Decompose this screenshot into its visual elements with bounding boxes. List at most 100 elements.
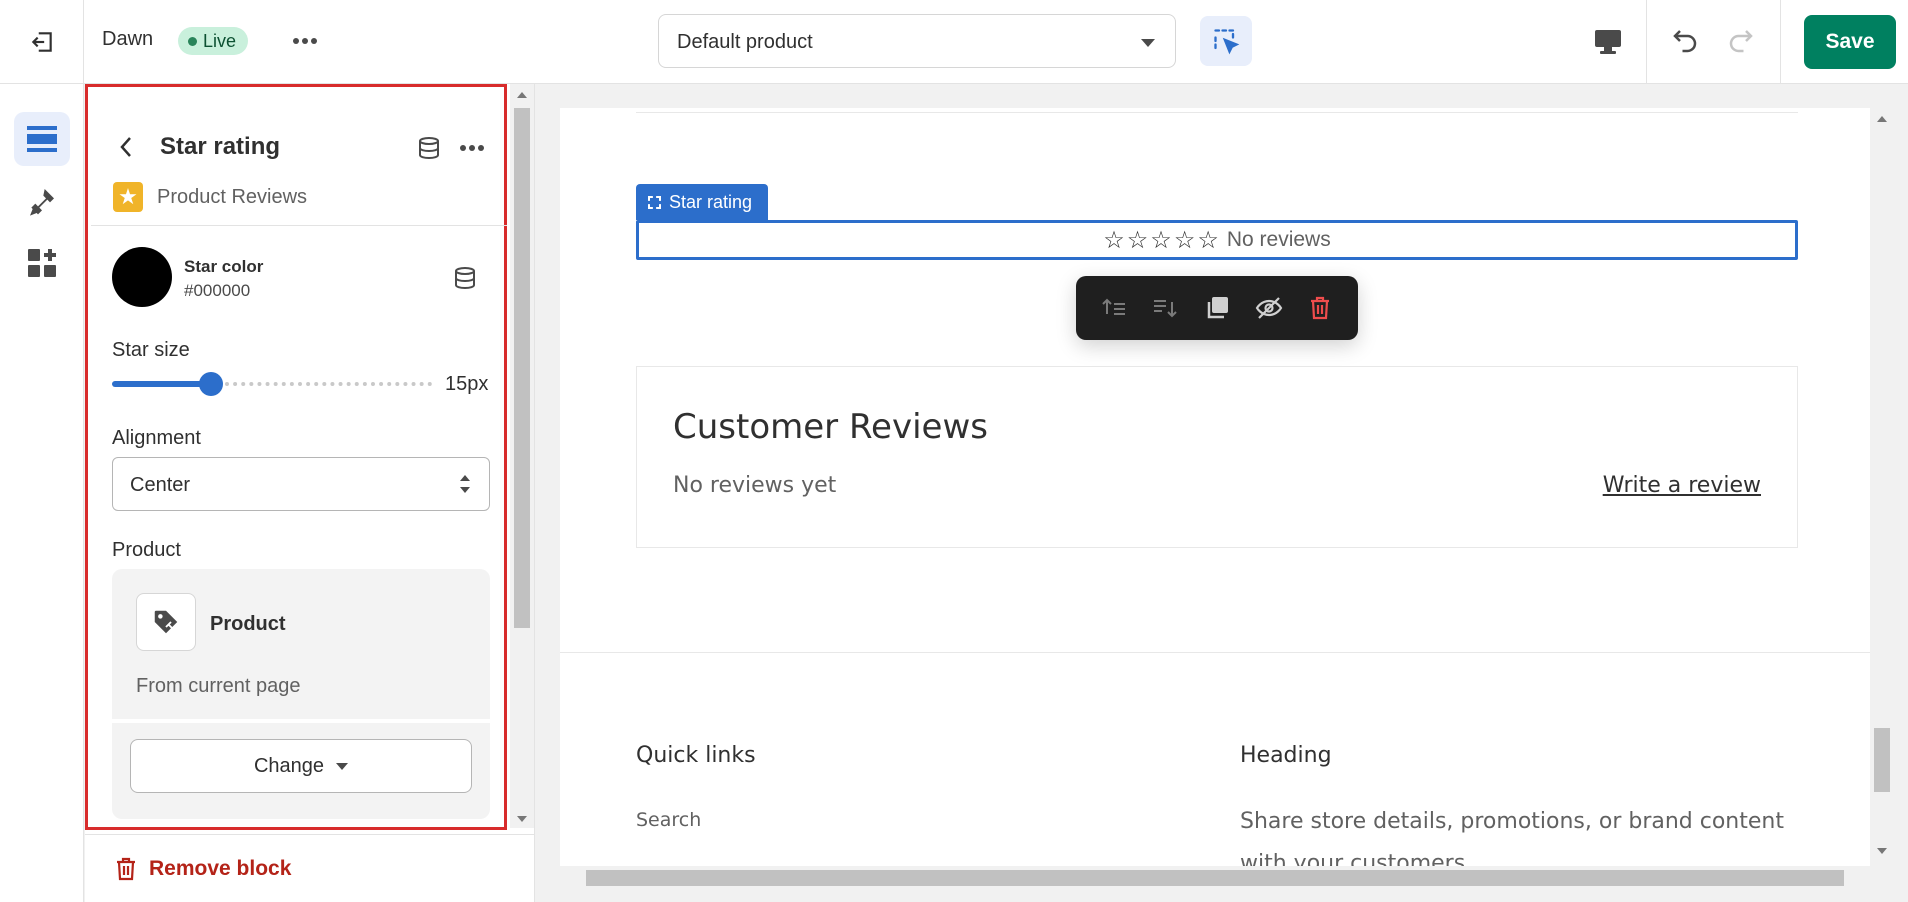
star-app-icon: ★ — [113, 182, 143, 212]
move-down-icon — [1154, 300, 1178, 318]
toolbar-divider — [1780, 0, 1781, 84]
trash-icon — [1311, 296, 1330, 320]
preview-vertical-scrollbar[interactable] — [1870, 108, 1894, 868]
product-thumbnail — [136, 593, 196, 651]
app-embeds-icon — [28, 249, 56, 277]
more-horizontal-icon — [293, 38, 317, 44]
preview-horizontal-scrollbar[interactable] — [560, 866, 1870, 890]
desktop-icon — [1595, 30, 1621, 54]
reviews-title: Customer Reviews — [673, 407, 988, 447]
chevron-down-icon — [1141, 39, 1155, 47]
highlight-frame: Star rating ★ Product Reviews Star color… — [85, 84, 507, 830]
block-settings-panel: Star rating ★ Product Reviews Star color… — [85, 84, 535, 902]
product-name: Product — [210, 613, 286, 635]
selected-block-tag[interactable]: Star rating — [636, 184, 769, 220]
product-tag-icon — [154, 610, 178, 634]
rating-stars: ☆☆☆☆☆ — [1103, 226, 1221, 254]
exit-button[interactable] — [0, 0, 84, 84]
template-selector[interactable]: Default product — [658, 14, 1176, 68]
product-label: Product — [112, 539, 181, 561]
trash-icon — [117, 857, 135, 881]
star-color-value: #000000 — [184, 281, 251, 300]
undo-button[interactable] — [1664, 20, 1706, 62]
preview-vertical-thumb[interactable] — [1874, 728, 1890, 792]
alignment-select[interactable]: Center — [112, 457, 490, 511]
dynamic-source-button[interactable] — [413, 132, 445, 164]
change-product-label: Change — [253, 754, 325, 777]
panel-title: Star rating — [160, 133, 281, 160]
star-size-slider[interactable] — [112, 372, 432, 396]
theme-name: Dawn — [102, 28, 154, 50]
inspector-toggle-button[interactable] — [1200, 16, 1252, 66]
theme-actions-button[interactable] — [288, 26, 322, 56]
redo-button[interactable] — [1720, 20, 1762, 62]
footer-link-search[interactable]: Search — [636, 809, 701, 831]
duplicate-icon — [1207, 297, 1228, 319]
footer-heading: Heading — [1240, 743, 1332, 768]
alignment-label: Alignment — [112, 427, 201, 449]
quick-links-heading: Quick links — [636, 743, 756, 768]
product-picker-card: Product From current page Change — [112, 569, 490, 819]
back-button[interactable] — [111, 132, 141, 162]
slider-fill — [112, 381, 211, 387]
caret-down-icon — [336, 762, 349, 770]
product-card-divider — [112, 719, 490, 723]
block-more-actions-button[interactable] — [455, 132, 489, 164]
panel-footer: Remove block — [85, 834, 535, 902]
change-product-button[interactable]: Change — [130, 739, 472, 793]
move-up-button[interactable] — [1096, 290, 1132, 326]
slider-track-rest — [225, 382, 432, 386]
block-floating-toolbar — [1076, 276, 1358, 340]
slider-thumb[interactable] — [199, 372, 223, 396]
scroll-up-icon[interactable] — [1877, 116, 1887, 122]
customer-reviews-widget: Customer Reviews No reviews yet Write a … — [636, 366, 1798, 548]
selected-block-label: Star rating — [669, 191, 753, 212]
panel-scrollbar-thumb[interactable] — [514, 108, 530, 628]
database-icon — [455, 267, 475, 290]
section-divider — [636, 112, 1798, 113]
scroll-down-icon[interactable] — [1877, 848, 1887, 854]
storefront-preview: Star rating ☆☆☆☆☆ No reviews Customer Re… — [560, 108, 1870, 888]
remove-block-button[interactable]: Remove block — [115, 857, 291, 881]
alignment-select-value: Center — [130, 474, 191, 496]
product-source: From current page — [136, 675, 301, 697]
write-review-link[interactable]: Write a review — [1603, 473, 1761, 498]
reviews-empty-text: No reviews yet — [673, 473, 837, 498]
panel-header: Star rating ★ Product Reviews — [91, 90, 507, 226]
store-footer: Quick links Search Heading Share store d… — [560, 652, 1870, 888]
template-selector-value: Default product — [677, 31, 813, 53]
remove-block-label: Remove block — [149, 857, 292, 880]
rail-item-theme-settings[interactable] — [14, 174, 70, 228]
toolbar-divider — [1646, 0, 1647, 84]
star-color-dynamic-source-button[interactable] — [450, 263, 480, 293]
select-cursor-icon — [1214, 29, 1240, 55]
duplicate-button[interactable] — [1199, 290, 1235, 326]
preview-horizontal-thumb[interactable] — [586, 870, 1844, 886]
star-color-swatch[interactable] — [112, 247, 172, 307]
save-button[interactable]: Save — [1804, 15, 1896, 69]
database-icon — [419, 137, 439, 160]
rating-count-text: No reviews — [1226, 228, 1331, 251]
hide-block-button[interactable] — [1251, 290, 1287, 326]
left-rail — [0, 84, 84, 902]
redo-icon — [1729, 30, 1753, 53]
move-down-button[interactable] — [1147, 290, 1183, 326]
scroll-down-icon[interactable] — [517, 816, 527, 822]
delete-block-button[interactable] — [1302, 290, 1338, 326]
live-label: Live — [203, 30, 237, 51]
star-rating-block[interactable]: ☆☆☆☆☆ No reviews — [636, 220, 1798, 260]
star-color-label: Star color — [184, 257, 264, 276]
exit-icon — [31, 32, 52, 52]
scroll-up-icon[interactable] — [517, 92, 527, 98]
theme-settings-icon — [30, 189, 54, 216]
panel-scrollbar[interactable] — [510, 84, 534, 828]
star-size-value: 15px — [445, 373, 489, 395]
rail-item-app-embeds[interactable] — [14, 236, 70, 290]
star-size-label: Star size — [112, 339, 190, 361]
desktop-preview-button[interactable] — [1586, 20, 1630, 64]
top-bar: Dawn Live Default product Save — [0, 0, 1908, 84]
move-up-icon — [1102, 298, 1125, 315]
live-dot-icon — [188, 36, 197, 46]
rail-item-sections[interactable] — [14, 112, 70, 166]
eye-off-icon — [1255, 297, 1282, 319]
